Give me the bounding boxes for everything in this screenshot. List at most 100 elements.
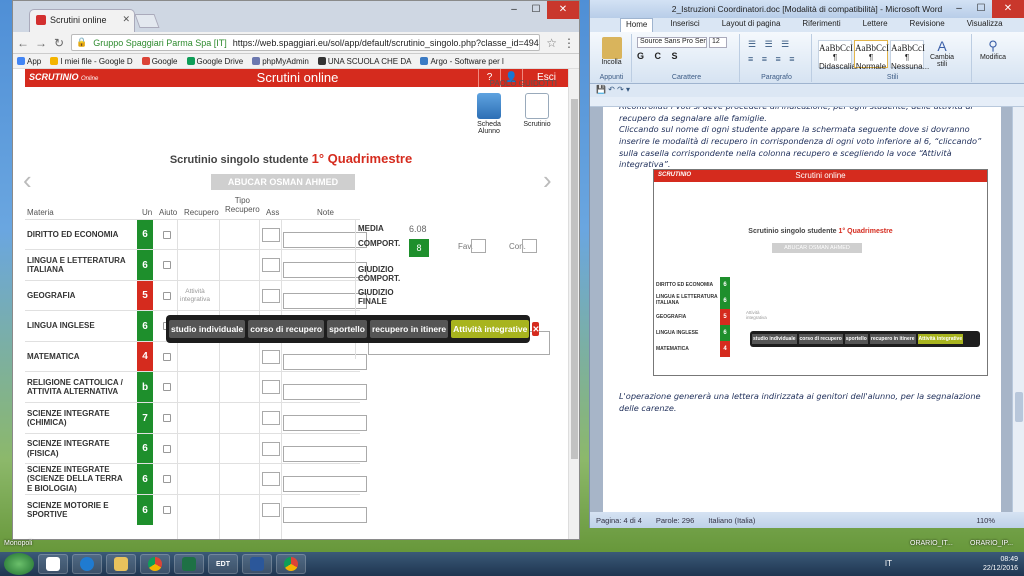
bookmark-star-icon[interactable]: ☆ [546, 36, 557, 50]
tab-layout[interactable]: Layout di pagina [717, 18, 786, 32]
grade-cell[interactable]: 6 [137, 311, 153, 341]
maximize-icon[interactable]: ☐ [970, 0, 992, 18]
tab-home[interactable]: Home [620, 18, 654, 32]
bookmark-google[interactable]: Google [141, 55, 178, 67]
con-field[interactable] [522, 239, 537, 253]
aiuto-checkbox[interactable] [163, 353, 171, 361]
note-field[interactable] [283, 415, 367, 431]
grade-cell[interactable]: 6 [137, 220, 153, 249]
tab-riferimenti[interactable]: Riferimenti [797, 18, 845, 32]
taskbar-media[interactable] [72, 554, 102, 574]
taskbar-chrome-2[interactable] [276, 554, 306, 574]
style-nessuna[interactable]: AaBbCcI ¶ Nessuna... [890, 40, 929, 71]
recupero-value[interactable]: Attività integrativa [173, 288, 217, 305]
aiuto-checkbox[interactable] [163, 506, 171, 514]
previous-student-arrow-icon[interactable]: ‹ [23, 167, 32, 193]
font-name-select[interactable]: Source Sans Pro Semi [637, 37, 707, 48]
desktop-icon-label[interactable]: Monopoli [4, 540, 32, 547]
paste-icon[interactable] [601, 37, 622, 59]
address-bar[interactable]: 🔒 Gruppo Spaggiari Parma Spa [IT] https:… [71, 34, 541, 51]
comport-grade[interactable]: 8 [409, 239, 429, 257]
bookmark-phpmyadmin[interactable]: phpMyAdmin [252, 55, 309, 67]
note-field[interactable] [283, 507, 367, 523]
taskbar-notepad[interactable] [38, 554, 68, 574]
taskbar-excel[interactable] [174, 554, 204, 574]
next-student-arrow-icon[interactable]: › [543, 167, 552, 193]
option-corso-di-recupero[interactable]: corso di recupero [248, 320, 325, 338]
aiuto-checkbox[interactable] [163, 292, 171, 300]
bookmark-apps[interactable]: App [17, 55, 41, 67]
scrutinio-button[interactable]: Scrutinio [515, 93, 559, 128]
grade-cell[interactable]: 6 [137, 495, 153, 525]
student-card-button[interactable]: Scheda Alunno [467, 93, 511, 135]
close-window-icon[interactable]: ✕ [992, 0, 1024, 18]
grade-cell[interactable]: 7 [137, 403, 153, 433]
modify-button[interactable]: ⚲ Modifica [978, 38, 1008, 61]
reload-icon[interactable]: ↻ [53, 36, 65, 50]
taskbar-word[interactable] [242, 554, 272, 574]
ass-field[interactable] [262, 503, 280, 517]
maximize-icon[interactable]: ☐ [525, 1, 547, 19]
tab-visualizza[interactable]: Visualizza [962, 18, 1008, 32]
format-buttons[interactable]: G C S [637, 51, 682, 61]
taskbar-chrome[interactable] [140, 554, 170, 574]
back-icon[interactable]: ← [17, 36, 29, 50]
desktop-icon-label[interactable]: ORARIO_IP... [970, 540, 1013, 547]
style-didascalia[interactable]: AaBbCcI ¶ Didascalia [818, 40, 856, 71]
ass-field[interactable] [262, 289, 280, 303]
option-recupero-in-itinere[interactable]: recupero in itinere [369, 320, 449, 338]
tab-lettere[interactable]: Lettere [858, 18, 893, 32]
grade-cell[interactable]: 4 [137, 342, 153, 371]
list-buttons-icon[interactable]: ☰ ☰ ☰ [748, 39, 792, 50]
note-field[interactable] [283, 476, 367, 492]
quick-access-toolbar[interactable]: 💾 ↶ ↷ ▾ [590, 85, 1024, 97]
option-sportello[interactable]: sportello [327, 320, 367, 338]
note-field[interactable] [283, 446, 367, 462]
style-normale[interactable]: AaBbCcI ¶ Normale [854, 40, 889, 71]
document-scrollbar[interactable] [1012, 107, 1024, 512]
document-page[interactable]: Ricontrollati i voti si deve procedere a… [603, 107, 1001, 512]
language[interactable]: Italiano (Italia) [708, 516, 755, 525]
word-count[interactable]: Parole: 296 [656, 516, 694, 525]
page-count[interactable]: Pagina: 4 di 4 [596, 516, 642, 525]
ass-field[interactable] [262, 472, 280, 486]
note-field[interactable] [283, 384, 367, 400]
aiuto-checkbox[interactable] [163, 445, 171, 453]
new-tab-button[interactable] [134, 14, 160, 28]
option-studio-individuale[interactable]: studio individuale [169, 320, 246, 338]
tab-revisione[interactable]: Revisione [905, 18, 950, 32]
aiuto-checkbox[interactable] [163, 261, 171, 269]
ass-field[interactable] [262, 350, 280, 364]
taskbar-edt[interactable]: EDT [208, 554, 238, 574]
grade-cell[interactable]: 6 [137, 434, 153, 463]
taskbar-explorer[interactable] [106, 554, 136, 574]
scrollbar-thumb[interactable] [1015, 392, 1023, 422]
scrollbar-thumb[interactable] [571, 99, 578, 459]
fav-field[interactable] [471, 239, 486, 253]
zoom-level[interactable]: 110% [976, 516, 995, 525]
aiuto-checkbox[interactable] [163, 414, 171, 422]
grade-cell[interactable]: 6 [137, 464, 153, 494]
ass-field[interactable] [262, 258, 280, 272]
forward-icon[interactable]: → [35, 36, 47, 50]
desktop-icon-label[interactable]: ORARIO_IT... [910, 540, 953, 547]
ass-field[interactable] [262, 380, 280, 394]
minimize-icon[interactable]: – [948, 0, 970, 18]
close-window-icon[interactable]: ✕ [547, 1, 579, 19]
browser-tab[interactable]: Scrutini online ✕ [29, 9, 135, 32]
aiuto-checkbox[interactable] [163, 231, 171, 239]
menu-icon[interactable]: ⋮ [563, 36, 575, 50]
aiuto-checkbox[interactable] [163, 383, 171, 391]
aiuto-checkbox[interactable] [163, 475, 171, 483]
minimize-icon[interactable]: – [503, 1, 525, 19]
bookmark-argo[interactable]: Argo - Software per l [420, 55, 504, 67]
font-size-select[interactable]: 12 [709, 37, 727, 48]
popup-close-icon[interactable]: ✕ [532, 322, 540, 336]
clock[interactable]: 08:49 22/12/2016 [983, 555, 1018, 573]
change-styles-button[interactable]: A Cambia stili [928, 38, 956, 68]
grade-cell[interactable]: b [137, 372, 153, 402]
ass-field[interactable] [262, 442, 280, 456]
grade-cell[interactable]: 6 [137, 250, 153, 280]
align-buttons-icon[interactable]: ≡ ≡ ≡ ≡ [748, 54, 798, 64]
grade-cell[interactable]: 5 [137, 281, 153, 310]
